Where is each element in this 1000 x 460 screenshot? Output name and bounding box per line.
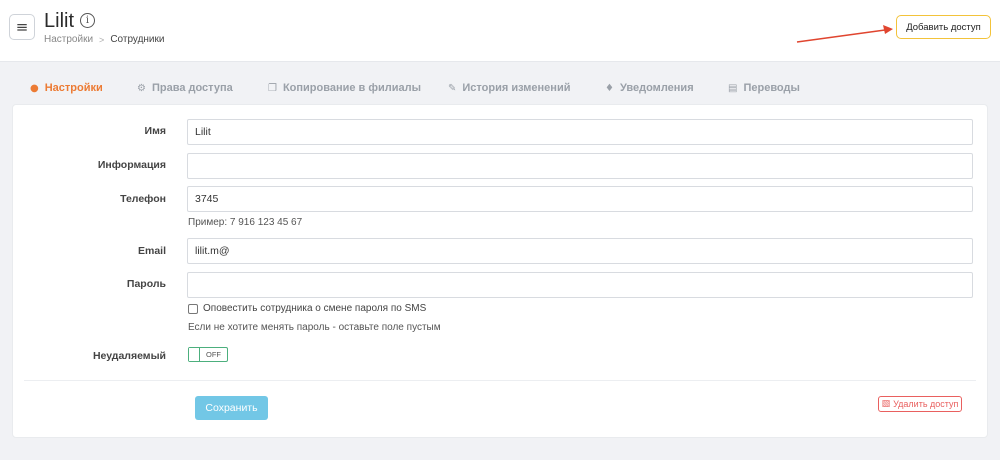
- divider: [24, 380, 976, 381]
- breadcrumb-employees: Сотрудники: [110, 34, 165, 45]
- menu-button[interactable]: ≡: [9, 14, 35, 40]
- toggle-state-text: OFF: [206, 350, 221, 359]
- breadcrumb-settings[interactable]: Настройки: [44, 34, 93, 45]
- sms-notify-checkbox[interactable]: [188, 303, 198, 314]
- sms-notify-label: Оповестить сотрудника о смене пароля по …: [203, 303, 427, 314]
- tab-settings[interactable]: ● Настройки: [30, 82, 103, 94]
- password-hint: Если не хотите менять пароль - оставьте …: [188, 322, 441, 333]
- password-label: Пароль: [126, 278, 166, 290]
- name-input[interactable]: Lilit: [187, 119, 973, 145]
- tab-copy-branches[interactable]: ❐ Копирование в филиалы: [268, 82, 421, 94]
- sms-notify-row: Оповестить сотрудника о смене пароля по …: [188, 303, 426, 314]
- annotation-arrow: [796, 25, 893, 43]
- chevron-right-icon: >: [99, 34, 105, 45]
- phone-label: Телефон: [120, 193, 166, 205]
- save-button[interactable]: Сохранить: [195, 396, 268, 420]
- gears-icon: ⚙: [137, 82, 146, 94]
- delete-access-label: Удалить доступ: [893, 399, 959, 409]
- hamburger-icon: ≡: [15, 17, 29, 36]
- phone-hint: Пример: 7 916 123 45 67: [188, 217, 303, 228]
- info-input[interactable]: [187, 153, 973, 179]
- toggle-knob: [189, 348, 200, 361]
- tab-access-rights[interactable]: ⚙ Права доступа: [137, 82, 233, 94]
- info-icon[interactable]: i: [80, 13, 95, 28]
- tab-notifications[interactable]: ♦ Уведомления: [605, 82, 694, 94]
- page-title: Lilit: [44, 10, 75, 32]
- transfer-icon: ▤: [728, 82, 738, 94]
- phone-input[interactable]: 3745: [187, 186, 973, 212]
- email-input[interactable]: lilit.m@: [187, 238, 973, 264]
- trash-icon: ▧: [881, 399, 891, 409]
- tab-transfers[interactable]: ▤ Переводы: [728, 82, 800, 94]
- undeletable-toggle[interactable]: OFF: [188, 347, 228, 362]
- email-label: Email: [137, 245, 166, 257]
- undeletable-label: Неудаляемый: [92, 350, 166, 362]
- password-input[interactable]: [187, 272, 973, 298]
- tab-change-history[interactable]: ✎ История изменений: [448, 82, 570, 94]
- info-label: Информация: [97, 159, 166, 171]
- name-label: Имя: [144, 125, 166, 137]
- add-access-button[interactable]: Добавить доступ: [896, 15, 991, 39]
- bell-icon: ♦: [605, 82, 614, 94]
- user-icon: ●: [30, 82, 39, 94]
- breadcrumb: Настройки > Сотрудники: [44, 34, 164, 45]
- copy-icon: ❐: [268, 82, 277, 94]
- delete-access-button[interactable]: ▧ Удалить доступ: [878, 396, 962, 412]
- edit-icon: ✎: [448, 82, 457, 94]
- tabs-bar: ● Настройки ⚙ Права доступа ❐ Копировани…: [20, 78, 980, 102]
